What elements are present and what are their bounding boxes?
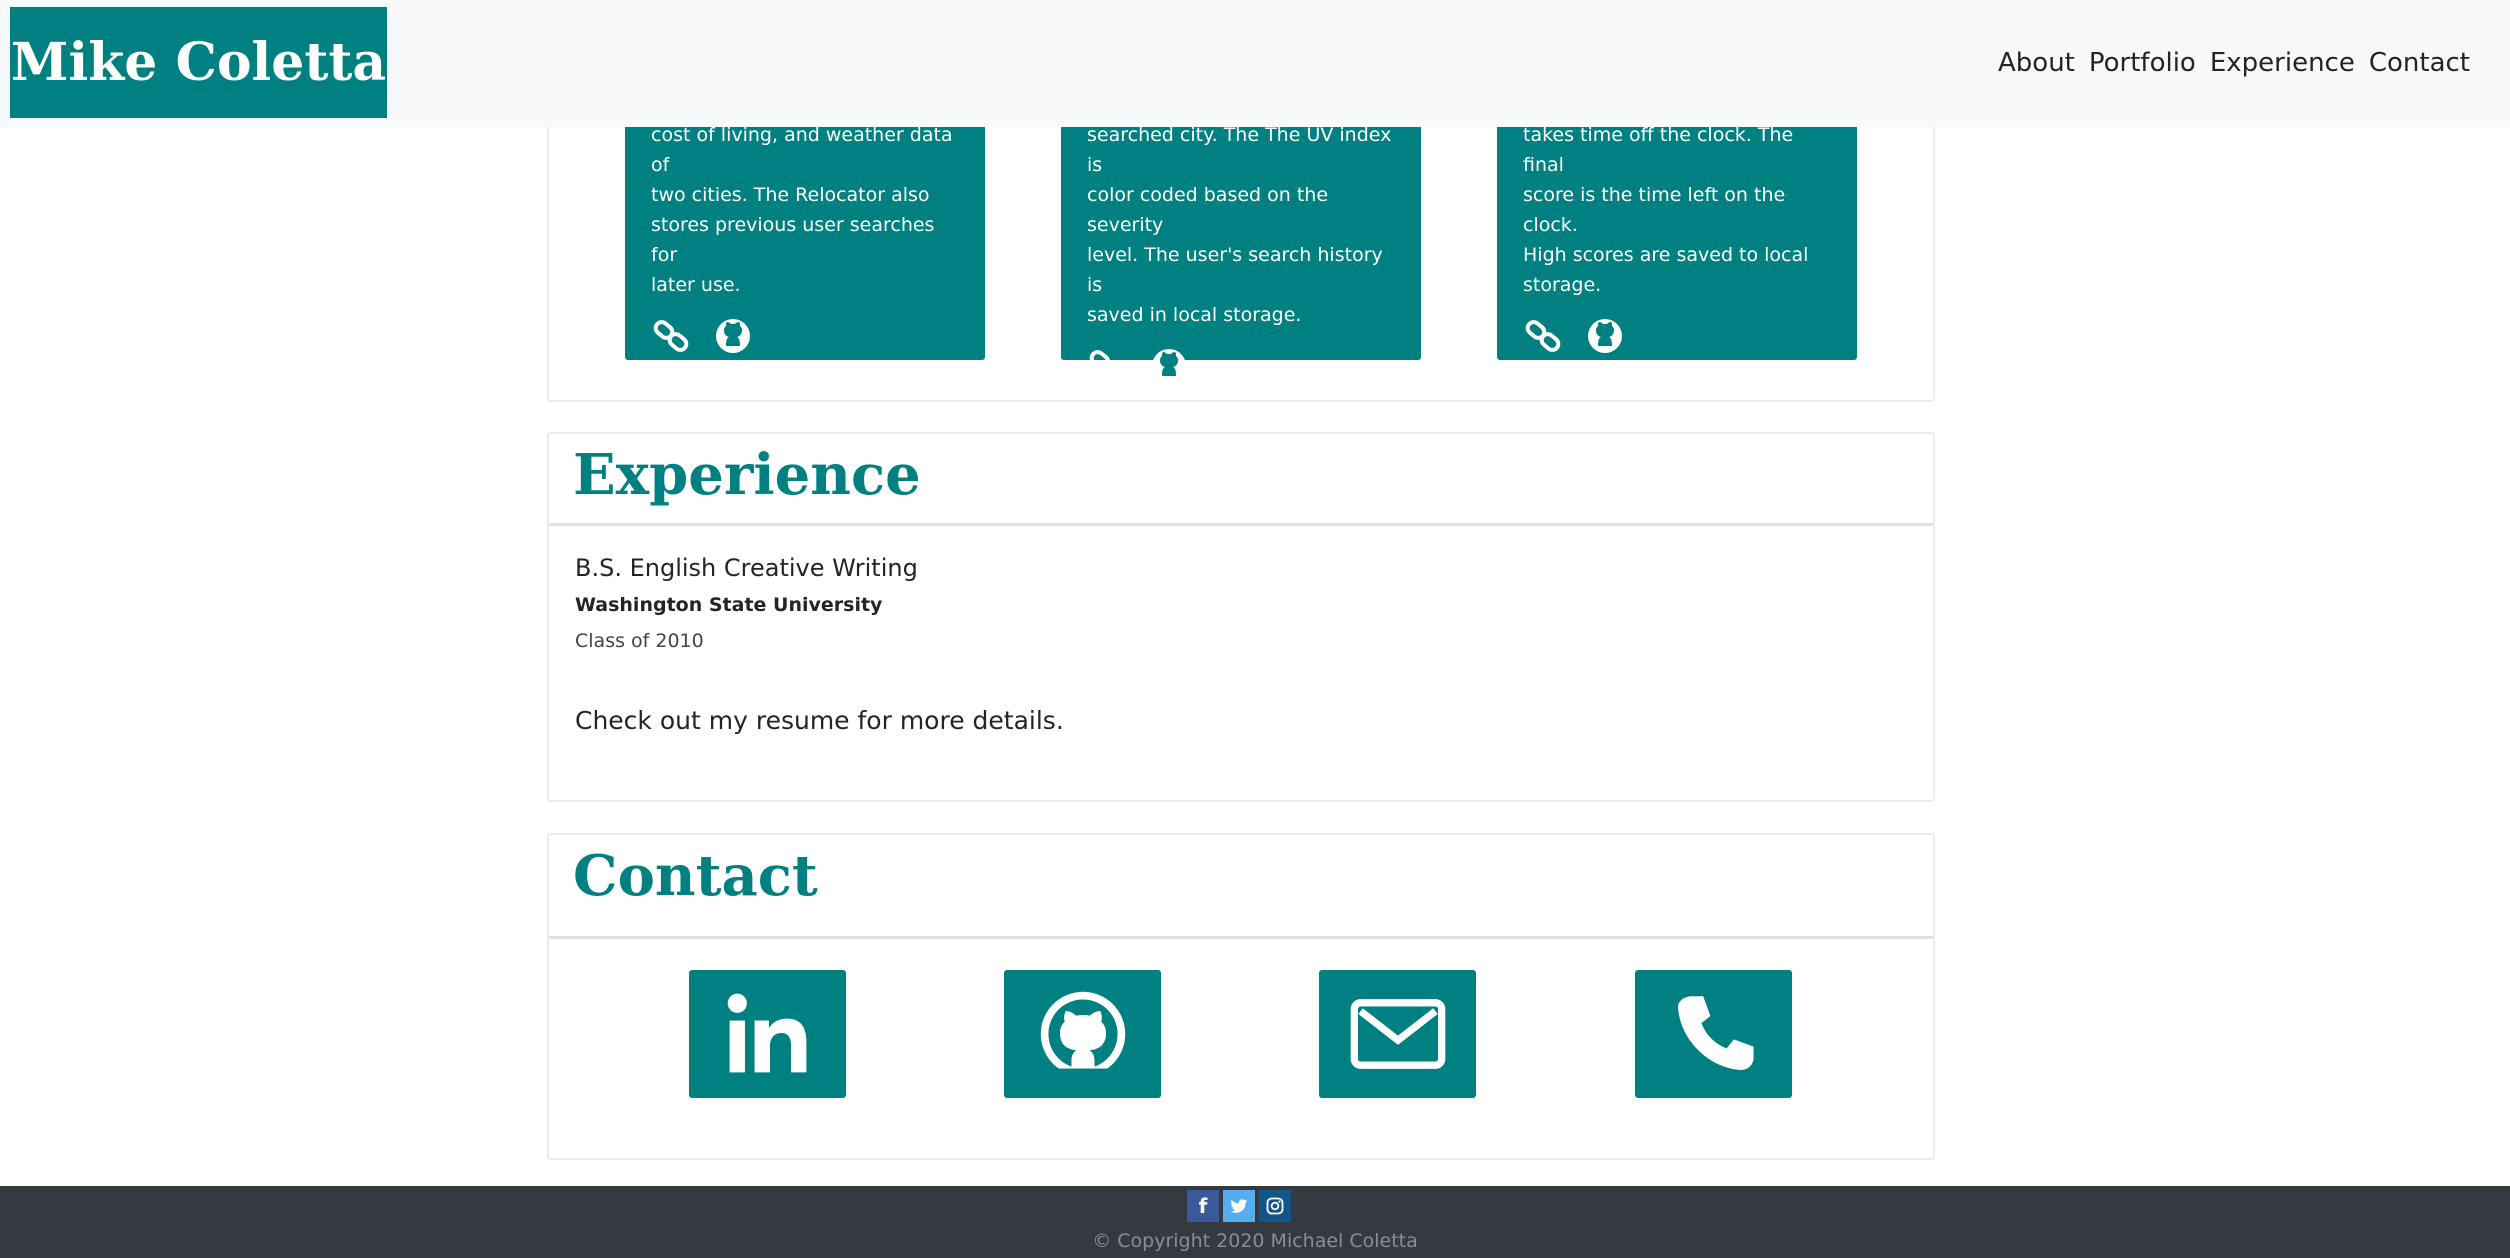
project-card: takes time off the clock. The final scor… bbox=[1497, 110, 1857, 360]
copyright: © Copyright 2020 Michael Coletta bbox=[1092, 1230, 1418, 1252]
contact-title: Contact bbox=[573, 843, 818, 909]
project-card: cost of living, and weather data of two … bbox=[625, 110, 985, 360]
project-description-line: takes time off the clock. The final bbox=[1523, 124, 1794, 176]
project-description-line: saved in local storage. bbox=[1087, 304, 1302, 326]
github-button[interactable] bbox=[1004, 970, 1161, 1098]
experience-title: Experience bbox=[573, 442, 921, 508]
brand-logo[interactable]: Mike Coletta bbox=[10, 7, 387, 118]
github-icon[interactable] bbox=[1149, 346, 1189, 386]
instagram-icon[interactable] bbox=[1259, 1190, 1291, 1222]
project-description-line: storage. bbox=[1523, 274, 1602, 296]
experience-section: Experience B.S. English Creative Writing… bbox=[547, 432, 1935, 802]
nav-link-about[interactable]: About bbox=[1998, 48, 2075, 78]
email-button[interactable] bbox=[1319, 970, 1476, 1098]
facebook-icon[interactable]: f bbox=[1187, 1190, 1219, 1222]
contact-section: Contact bbox=[547, 833, 1935, 1160]
phone-icon bbox=[1677, 996, 1754, 1070]
resume-link[interactable]: resume bbox=[756, 706, 850, 735]
school: Washington State University bbox=[575, 594, 883, 616]
project-card: searched city. The The UV index is color… bbox=[1061, 110, 1421, 383]
resume-text: Check out my resume for more details. bbox=[575, 706, 1064, 735]
project-description-line: searched city. The The UV index is bbox=[1087, 124, 1392, 176]
linkedin-button[interactable] bbox=[689, 970, 846, 1098]
nav-links: About Portfolio Experience Contact bbox=[1998, 48, 2470, 78]
github-icon bbox=[1034, 991, 1131, 1082]
project-description-line: color coded based on the severity bbox=[1087, 184, 1329, 236]
navbar: Mike Coletta About Portfolio Experience … bbox=[0, 0, 2510, 127]
project-description-line: two cities. The Relocator also bbox=[651, 184, 930, 206]
nav-link-portfolio[interactable]: Portfolio bbox=[2089, 48, 2196, 78]
link-icon[interactable] bbox=[651, 316, 691, 356]
nav-link-contact[interactable]: Contact bbox=[2369, 48, 2470, 78]
github-icon[interactable] bbox=[713, 316, 753, 356]
contact-header: Contact bbox=[549, 835, 1933, 939]
social-links: f bbox=[1187, 1190, 1291, 1222]
github-icon[interactable] bbox=[1585, 316, 1625, 356]
resume-post: for more details. bbox=[849, 706, 1064, 735]
project-description-line: level. The user's search history is bbox=[1087, 244, 1383, 296]
project-description-line: later use. bbox=[651, 274, 741, 296]
footer: f © Copyright 2020 Michael Coletta bbox=[0, 1186, 2510, 1258]
nav-link-experience[interactable]: Experience bbox=[2210, 48, 2355, 78]
resume-pre: Check out my bbox=[575, 706, 756, 735]
project-description-line: score is the time left on the clock. bbox=[1523, 184, 1786, 236]
graduation-year: Class of 2010 bbox=[575, 630, 704, 652]
linkedin-icon bbox=[727, 993, 806, 1073]
project-description-line: stores previous user searches for bbox=[651, 214, 935, 266]
phone-button[interactable] bbox=[1635, 970, 1792, 1098]
link-icon[interactable] bbox=[1523, 316, 1563, 356]
envelope-icon bbox=[1350, 999, 1445, 1069]
degree: B.S. English Creative Writing bbox=[575, 554, 918, 582]
twitter-icon[interactable] bbox=[1223, 1190, 1255, 1222]
experience-header: Experience bbox=[549, 434, 1933, 526]
link-icon[interactable] bbox=[1087, 346, 1127, 386]
project-description-line: High scores are saved to local bbox=[1523, 244, 1809, 266]
project-description-line: cost of living, and weather data of bbox=[651, 124, 953, 176]
